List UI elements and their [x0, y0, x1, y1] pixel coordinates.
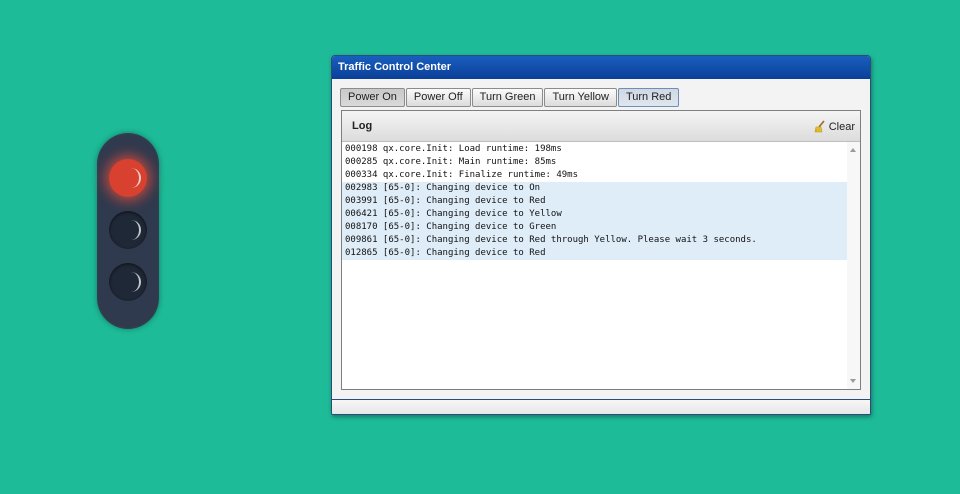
turn-red-button[interactable]: Turn Red — [617, 88, 680, 107]
log-line: 012865 [65-0]: Changing device to Red — [342, 247, 847, 260]
turn-green-button[interactable]: Turn Green — [471, 88, 544, 107]
log-line: 002983 [65-0]: Changing device to On — [342, 182, 847, 195]
lamp-reflection-icon — [131, 220, 141, 240]
power-off-button[interactable]: Power Off — [405, 88, 471, 107]
power-on-button[interactable]: Power On — [340, 88, 405, 107]
log-line: 000285 qx.core.Init: Main runtime: 85ms — [345, 157, 557, 167]
log-line: 006421 [65-0]: Changing device to Yellow — [342, 208, 847, 221]
yellow-lamp — [109, 211, 147, 249]
log-scrollbar[interactable] — [847, 142, 860, 389]
lamp-reflection-icon — [131, 168, 141, 188]
status-bar — [332, 399, 870, 414]
log-line: 000198 qx.core.Init: Load runtime: 198ms — [345, 144, 562, 154]
broom-icon — [813, 120, 826, 133]
scroll-down-arrow-icon[interactable] — [850, 379, 856, 383]
log-title: Log — [352, 120, 373, 132]
log-line: 003991 [65-0]: Changing device to Red — [342, 195, 847, 208]
log-header: Log Clear — [342, 111, 860, 142]
clear-label: Clear — [828, 120, 855, 133]
lamp-reflection-icon — [131, 272, 141, 292]
green-lamp — [109, 263, 147, 301]
traffic-control-window: Traffic Control Center Power On Power Of… — [331, 55, 871, 415]
turn-yellow-button[interactable]: Turn Yellow — [544, 88, 617, 107]
log-line: 000334 qx.core.Init: Finalize runtime: 4… — [345, 170, 578, 180]
traffic-light — [97, 133, 159, 329]
log-panel: Log Clear 000198 qx.core.Init: Load runt… — [341, 110, 861, 390]
log-output[interactable]: 000198 qx.core.Init: Load runtime: 198ms… — [342, 142, 847, 389]
red-lamp — [109, 159, 147, 197]
log-line: 009861 [65-0]: Changing device to Red th… — [342, 234, 847, 247]
window-title[interactable]: Traffic Control Center — [332, 56, 870, 79]
toolbar: Power On Power Off Turn Green Turn Yello… — [340, 88, 680, 107]
clear-button[interactable]: Clear — [813, 120, 855, 133]
scroll-up-arrow-icon[interactable] — [850, 148, 856, 152]
log-line: 008170 [65-0]: Changing device to Green — [342, 221, 847, 234]
